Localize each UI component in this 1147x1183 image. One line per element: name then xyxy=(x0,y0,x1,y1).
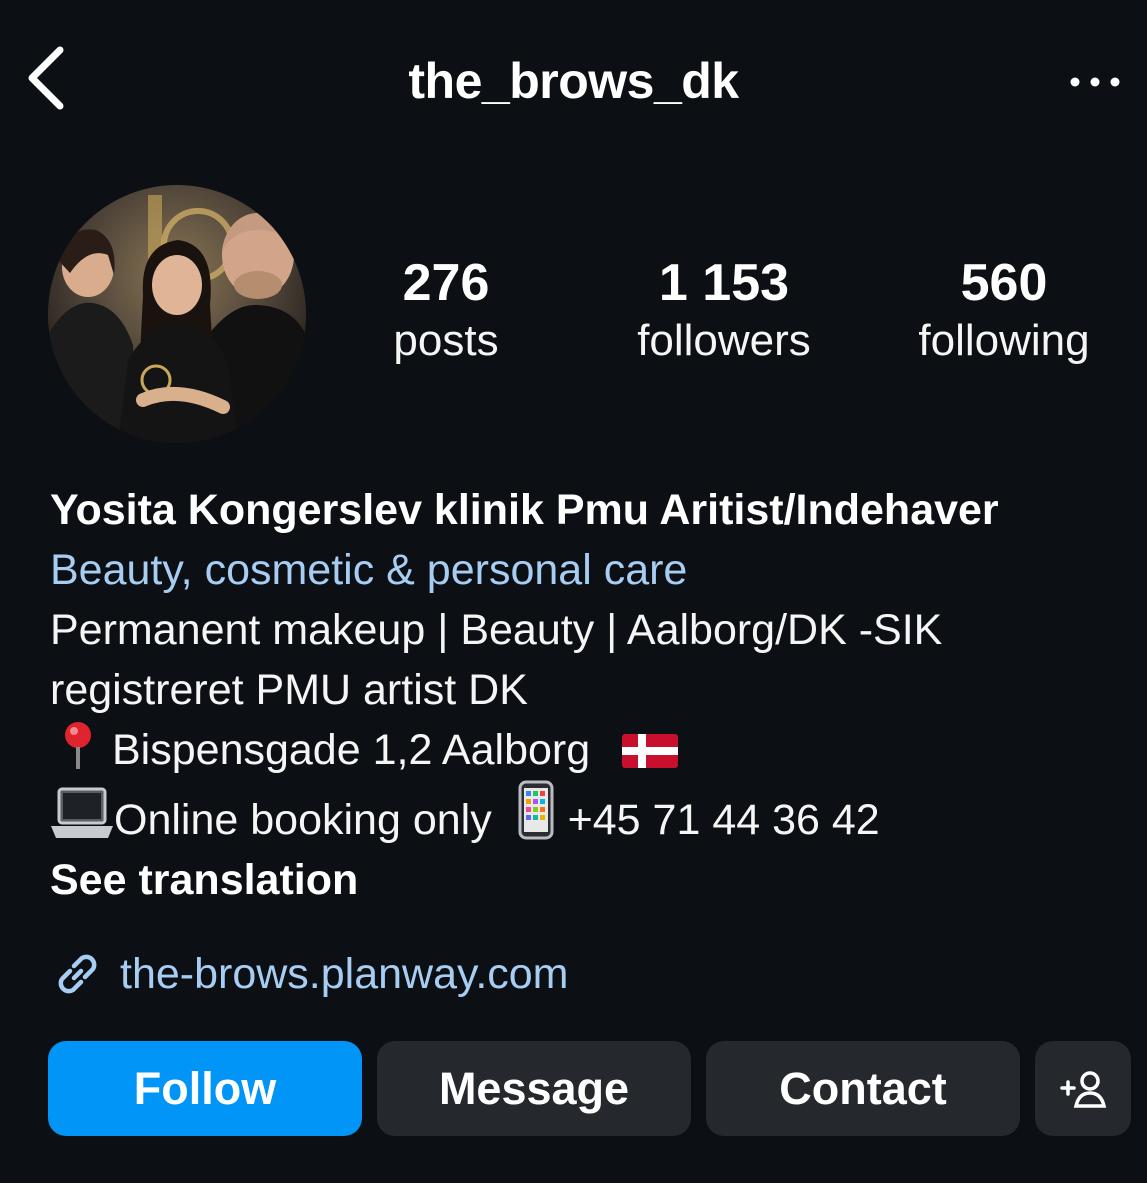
bio-booking: Online booking only xyxy=(114,796,492,844)
denmark-flag-icon xyxy=(622,734,679,768)
follow-button[interactable]: Follow xyxy=(48,1041,362,1136)
bio-link[interactable]: the-brows.planway.com xyxy=(50,944,569,1004)
more-horizontal-icon[interactable] xyxy=(1066,70,1124,94)
bio-line-1: Permanent makeup | Beauty | Aalborg/DK -… xyxy=(50,606,943,654)
profile-page: the_brows_dk 276 posts 1 153 followers 5… xyxy=(0,0,1147,1183)
bio-address: Bispensgade 1,2 Aalborg xyxy=(112,726,591,774)
posts-label: posts xyxy=(393,316,499,365)
suggested-accounts-button[interactable] xyxy=(1035,1041,1131,1136)
following-label: following xyxy=(918,316,1090,365)
see-translation-button[interactable]: See translation xyxy=(50,850,1130,910)
avatar[interactable] xyxy=(48,185,306,443)
following-count[interactable]: 560 following xyxy=(894,252,1114,368)
following-value: 560 xyxy=(960,254,1048,312)
contact-button[interactable]: Contact xyxy=(706,1041,1020,1136)
bio-phone[interactable]: +45 71 44 36 42 xyxy=(568,796,880,844)
message-button[interactable]: Message xyxy=(377,1041,691,1136)
posts-count[interactable]: 276 posts xyxy=(366,252,526,368)
bio-line-2: registreret PMU artist DK xyxy=(50,666,528,714)
laptop-icon xyxy=(51,787,113,838)
bio-address-line: Bispensgade 1,2 Aalborg xyxy=(50,720,1130,780)
link-icon xyxy=(58,954,97,994)
bio-booking-line: Online booking only +45 71 44 36 42 xyxy=(50,780,1130,850)
profile-name: Yosita Kongerslev klinik Pmu Aritist/Ind… xyxy=(50,486,999,534)
followers-count[interactable]: 1 153 followers xyxy=(614,252,834,368)
bio: Yosita Kongerslev klinik Pmu Aritist/Ind… xyxy=(50,480,1130,910)
posts-value: 276 xyxy=(402,254,490,312)
profile-category[interactable]: Beauty, cosmetic & personal care xyxy=(50,540,1130,600)
followers-value: 1 153 xyxy=(658,254,790,312)
followers-label: followers xyxy=(637,316,811,365)
mobile-phone-icon xyxy=(518,780,554,840)
add-person-icon xyxy=(1060,1070,1107,1108)
page-title: the_brows_dk xyxy=(408,53,739,109)
pin-icon xyxy=(65,722,91,769)
link-url[interactable]: the-brows.planway.com xyxy=(120,950,569,999)
